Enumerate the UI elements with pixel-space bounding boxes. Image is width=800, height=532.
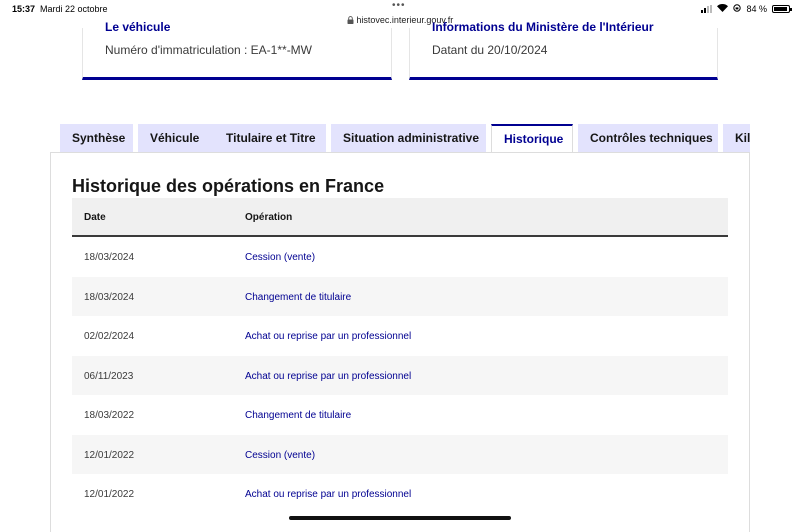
row-operation-link[interactable]: Achat ou reprise par un professionnel [245, 489, 411, 500]
row-date: 12/01/2022 [84, 489, 135, 500]
ministry-info-card: Informations du Ministère de l'Intérieur… [409, 20, 718, 80]
tab-synthese[interactable]: Synthèse [60, 124, 133, 153]
wifi-icon [717, 4, 729, 14]
row-operation-link[interactable]: Achat ou reprise par un professionnel [245, 331, 411, 342]
row-date: 12/01/2022 [84, 449, 135, 461]
row-date: 18/03/2024 [84, 252, 135, 263]
home-indicator[interactable] [289, 516, 511, 520]
row-operation-link[interactable]: Changement de titulaire [245, 410, 351, 421]
table-row: 18/03/2022 Changement de titulaire [72, 395, 728, 435]
orientation-lock-icon [733, 4, 742, 14]
vehicle-card-title: Le véhicule [105, 20, 171, 34]
row-operation-link[interactable]: Cession (vente) [245, 252, 315, 263]
tab-controles-techniques[interactable]: Contrôles techniques [578, 124, 718, 153]
table-row: 02/02/2024 Achat ou reprise par un profe… [72, 316, 728, 356]
operations-table: Date Opération 18/03/2024 Cession (vente… [72, 198, 728, 514]
lock-icon [347, 15, 357, 25]
registration-number: Numéro d'immatriculation : EA-1**-MW [105, 43, 313, 57]
battery-percent: 84 % [746, 4, 767, 14]
status-time: 15:37 [12, 4, 36, 14]
ministry-card-title: Informations du Ministère de l'Intérieur [432, 20, 654, 34]
tab-kilometrage[interactable]: Kilométrage [723, 124, 750, 153]
column-header-date: Date [84, 212, 106, 223]
battery-icon [772, 5, 792, 13]
data-date: Datant du 20/10/2024 [432, 43, 548, 57]
tab-bar: Synthèse Véhicule Titulaire et Titre Sit… [60, 124, 750, 153]
page-title: Historique des opérations en France [72, 176, 385, 196]
row-date: 18/03/2024 [84, 291, 135, 303]
row-operation-link[interactable]: Cession (vente) [245, 450, 315, 461]
table-row: 12/01/2022 Achat ou reprise par un profe… [72, 474, 728, 514]
cellular-signal-icon [701, 5, 713, 13]
row-date: 02/02/2024 [84, 331, 135, 342]
row-date: 18/03/2022 [84, 410, 135, 421]
vehicle-card: Le véhicule Numéro d'immatriculation : E… [82, 20, 392, 80]
tab-historique[interactable]: Historique [491, 124, 573, 153]
table-row: 06/11/2023 Achat ou reprise par un profe… [72, 355, 728, 395]
status-date: Mardi 22 octobre [40, 4, 108, 14]
row-date: 06/11/2023 [84, 370, 134, 382]
table-row: 18/03/2024 Changement de titulaire [72, 276, 728, 316]
column-header-operation: Opération [245, 212, 293, 223]
table-row: 12/01/2022 Cession (vente) [72, 434, 728, 474]
row-operation-link[interactable]: Changement de titulaire [245, 292, 351, 303]
table-header: Date Opération [72, 198, 728, 237]
tab-titulaire[interactable]: Titulaire et Titre [214, 124, 326, 153]
row-operation-link[interactable]: Achat ou reprise par un professionnel [245, 371, 411, 382]
multitask-dots-icon[interactable]: ••• [392, 0, 406, 11]
tab-vehicule[interactable]: Véhicule [138, 124, 219, 153]
table-row: 18/03/2024 Cession (vente) [72, 237, 728, 277]
table-body: 18/03/2024 Cession (vente) 18/03/2024 Ch… [72, 237, 728, 514]
tab-situation-administrative[interactable]: Situation administrative [331, 124, 486, 153]
